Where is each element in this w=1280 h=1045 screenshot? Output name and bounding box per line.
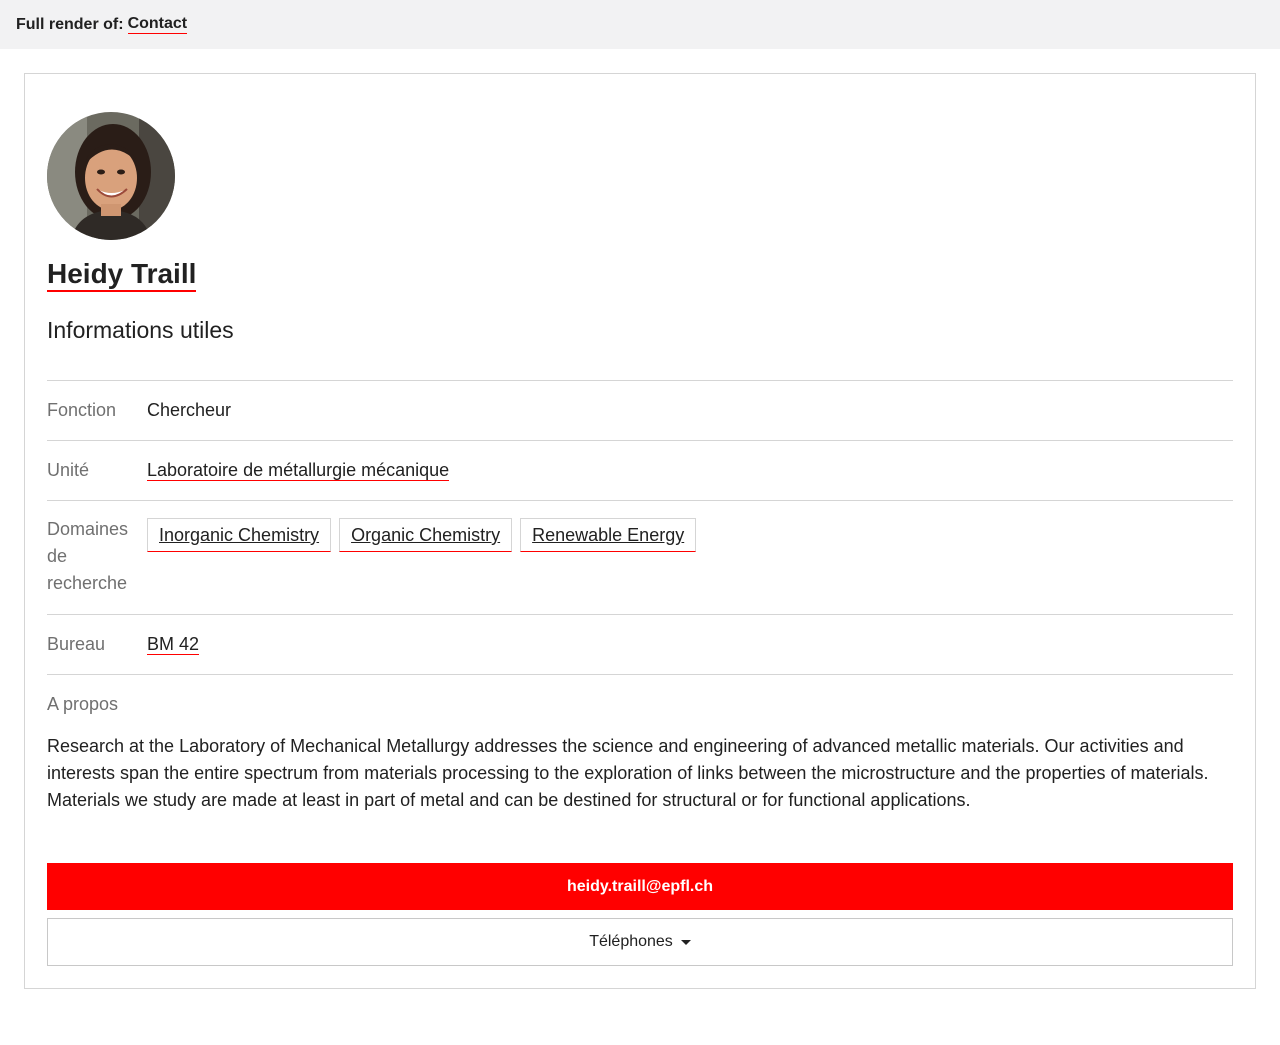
top-bar: Full render of: Contact xyxy=(0,0,1280,49)
domain-tags: Inorganic Chemistry Organic Chemistry Re… xyxy=(147,518,697,552)
info-table: Fonction Chercheur Unité Laboratoire de … xyxy=(47,380,1233,674)
avatar-photo xyxy=(47,112,175,240)
function-label: Fonction xyxy=(47,400,117,420)
unit-label: Unité xyxy=(47,460,90,480)
phones-label: Téléphones xyxy=(589,933,673,950)
unit-link[interactable]: Laboratoire de métallurgie mécanique xyxy=(147,460,450,481)
info-row-office: Bureau BM 42 xyxy=(47,614,1233,674)
avatar xyxy=(47,112,175,240)
domain-tag[interactable]: Inorganic Chemistry xyxy=(147,518,332,552)
about-label: A propos xyxy=(47,694,119,714)
domains-label: Domaines de recherche xyxy=(47,519,129,593)
domain-tag[interactable]: Renewable Energy xyxy=(520,518,697,552)
info-row-function: Fonction Chercheur xyxy=(47,380,1233,440)
function-value: Chercheur xyxy=(147,400,232,420)
email-button[interactable]: heidy.traill@epfl.ch xyxy=(47,863,1233,910)
person-name[interactable]: Heidy Traill xyxy=(47,258,197,292)
caret-down-icon xyxy=(680,940,691,945)
about-section: A propos Research at the Laboratory of M… xyxy=(47,674,1233,814)
contact-card: Heidy Traill Informations utiles Fonctio… xyxy=(24,73,1256,989)
render-label: Full render of: xyxy=(16,15,124,33)
about-text: Research at the Laboratory of Mechanical… xyxy=(47,736,1209,810)
domain-tag[interactable]: Organic Chemistry xyxy=(339,518,513,552)
office-label: Bureau xyxy=(47,634,106,654)
contact-link[interactable]: Contact xyxy=(127,15,188,34)
office-link[interactable]: BM 42 xyxy=(147,634,200,655)
section-title: Informations utiles xyxy=(47,317,234,343)
info-row-domains: Domaines de recherche Inorganic Chemistr… xyxy=(47,500,1233,614)
info-row-unit: Unité Laboratoire de métallurgie mécaniq… xyxy=(47,440,1233,500)
phones-dropdown-button[interactable]: Téléphones xyxy=(47,918,1233,966)
